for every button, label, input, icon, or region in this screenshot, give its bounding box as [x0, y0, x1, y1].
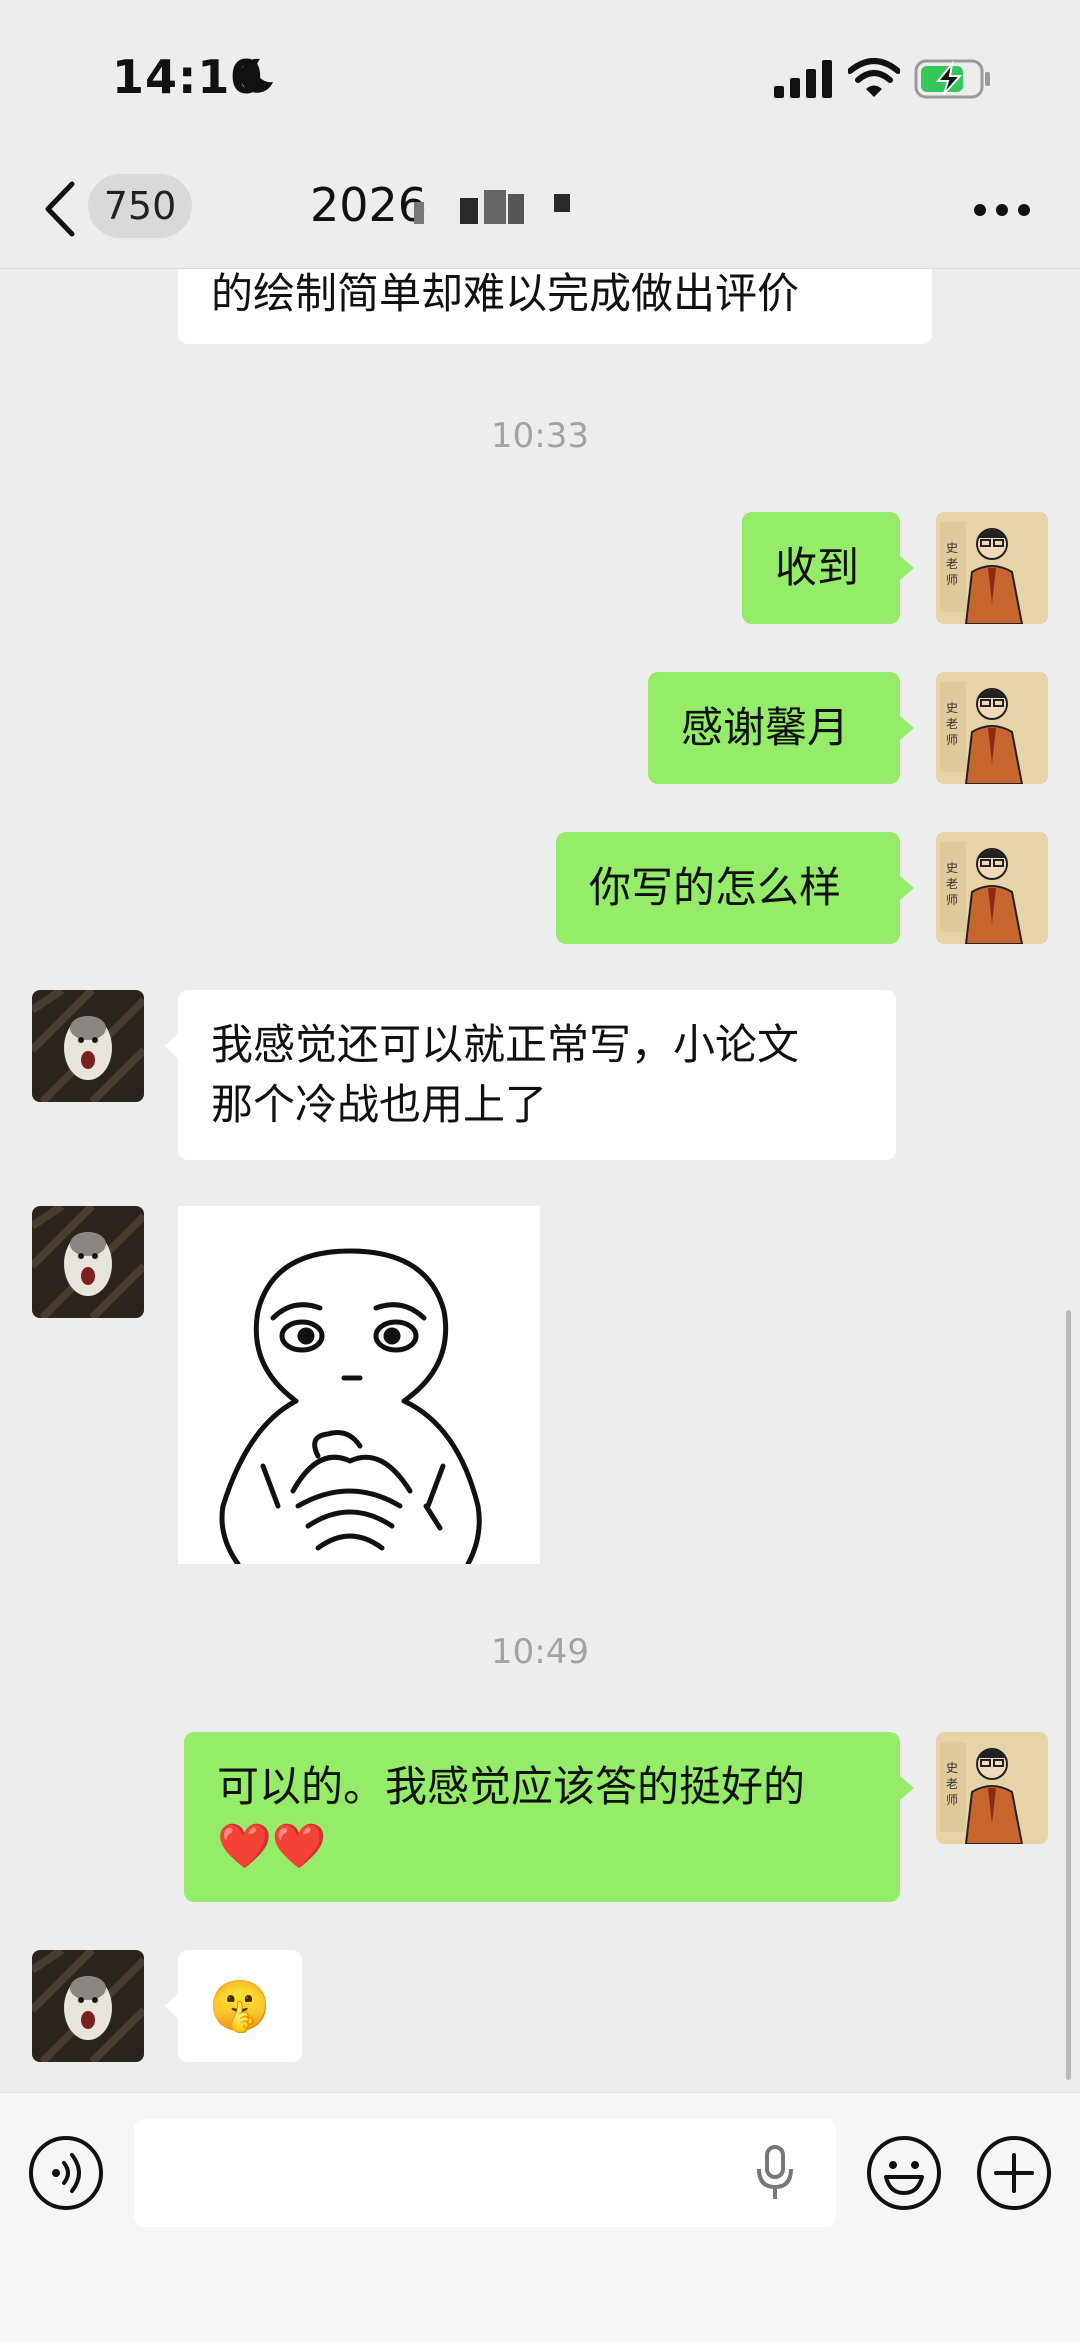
own-avatar[interactable]: 史 老 师	[936, 512, 1048, 624]
status-bar: 14:10	[0, 0, 1080, 150]
svg-text:史: 史	[946, 861, 958, 875]
svg-text:老: 老	[946, 1777, 958, 1791]
message-text: 收到	[775, 543, 860, 592]
svg-text:老: 老	[946, 557, 958, 571]
svg-text:史: 史	[946, 1761, 958, 1775]
message-text: 感谢馨月	[681, 703, 850, 752]
message-bubble-sent[interactable]: 可以的。我感觉应该答的挺好的 ❤️❤️	[184, 1732, 900, 1902]
svg-text:史: 史	[946, 701, 958, 715]
svg-text:史: 史	[946, 541, 958, 555]
thinking-character-sticker	[219, 1248, 482, 1564]
message-text: 的绘制简单却难以完成做出评价	[211, 269, 800, 318]
focus-moon-icon	[240, 58, 273, 93]
plus-more-icon[interactable]	[976, 2135, 1052, 2211]
battery-charging-icon	[914, 59, 990, 99]
microphone-icon[interactable]	[756, 2145, 794, 2201]
message-bubble-received[interactable]: 我感觉还可以就正常写，小论文 那个冷战也用上了	[178, 990, 896, 1160]
message-bubble-emoji[interactable]: 🤫	[178, 1950, 302, 2062]
bubble-tail	[900, 556, 914, 580]
back-chevron-icon[interactable]	[40, 180, 80, 238]
own-avatar[interactable]: 史 老 师	[936, 832, 1048, 944]
svg-text:师: 师	[946, 1793, 958, 1807]
contact-avatar[interactable]	[32, 1206, 144, 1318]
svg-text:师: 师	[946, 573, 958, 587]
svg-text:师: 师	[946, 893, 958, 907]
back-unread-badge[interactable]: 750	[88, 174, 192, 238]
message-input[interactable]	[134, 2119, 836, 2227]
bubble-tail	[900, 716, 914, 740]
message-bubble-sent[interactable]: 收到	[742, 512, 900, 624]
more-options-button[interactable]	[974, 200, 1030, 220]
wifi-icon	[848, 58, 900, 97]
title-redaction	[414, 188, 574, 232]
contact-avatar[interactable]	[32, 990, 144, 1102]
bubble-tail	[164, 1994, 178, 2018]
bubble-tail	[900, 876, 914, 900]
heart-emoji: ❤️❤️	[217, 1821, 327, 1872]
message-text-line: 我感觉还可以就正常写，小论文	[211, 1020, 800, 1069]
voice-input-icon[interactable]	[28, 2135, 104, 2211]
own-avatar[interactable]: 史 老 师	[936, 1732, 1048, 1844]
svg-text:师: 师	[946, 733, 958, 747]
contact-avatar[interactable]	[32, 1950, 144, 2062]
own-avatar[interactable]: 史 老 师	[936, 672, 1048, 784]
message-text-line: 可以的。我感觉应该答的挺好的	[217, 1762, 806, 1811]
message-bubble-sent[interactable]: 你写的怎么样	[556, 832, 900, 944]
svg-text:老: 老	[946, 877, 958, 891]
chat-header: 750 2026	[0, 150, 1080, 269]
message-text-line: 那个冷战也用上了	[211, 1080, 548, 1129]
sticker-message[interactable]	[178, 1206, 540, 1564]
shushing-emoji: 🤫	[208, 1977, 272, 2035]
message-bubble-sent[interactable]: 感谢馨月	[648, 672, 900, 784]
chat-title: 2026	[310, 178, 428, 232]
bubble-tail	[900, 1776, 914, 1800]
message-list[interactable]: 的绘制简单却难以完成做出评价 10:33 收到 史 老 师 感谢馨月 史 老 师	[0, 268, 1080, 2092]
cellular-signal-icon	[774, 60, 832, 98]
timestamp: 10:49	[491, 1632, 589, 1672]
message-bubble-received[interactable]: 的绘制简单却难以完成做出评价	[178, 268, 932, 344]
svg-text:老: 老	[946, 717, 958, 731]
emoji-picker-icon[interactable]	[866, 2135, 942, 2211]
timestamp: 10:33	[491, 416, 589, 456]
bubble-tail	[164, 1034, 178, 1058]
scrollbar[interactable]	[1066, 1310, 1071, 2080]
input-bar	[0, 2092, 1080, 2342]
message-text: 你写的怎么样	[589, 863, 842, 912]
